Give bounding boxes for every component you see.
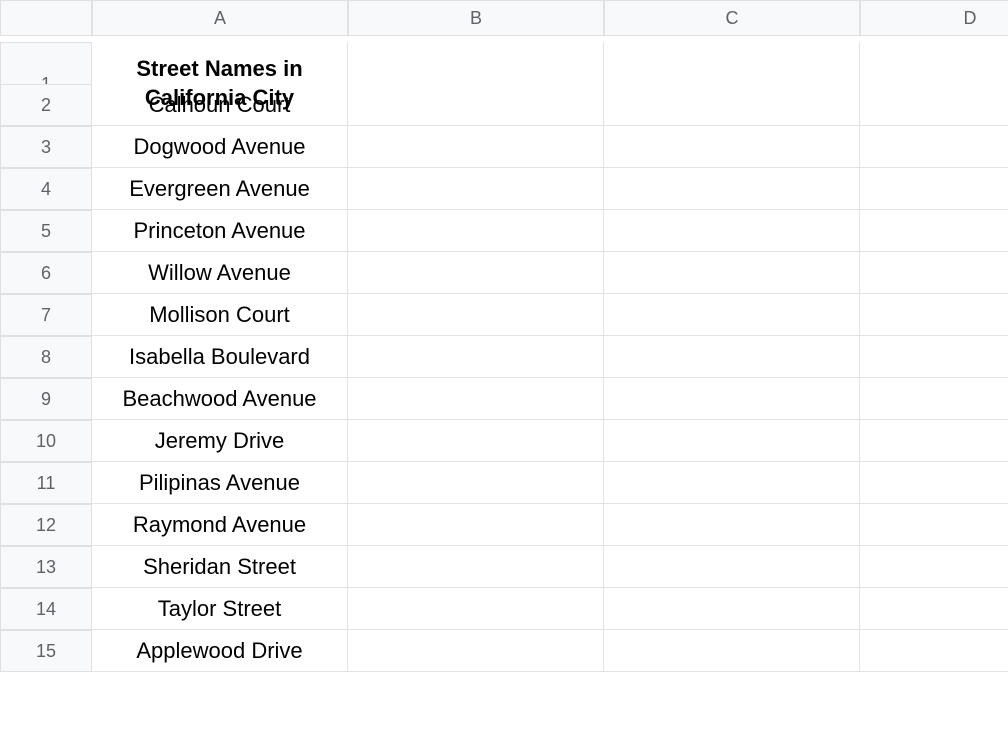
cell-B15[interactable] xyxy=(348,630,604,672)
cell-B10[interactable] xyxy=(348,420,604,462)
cell-B6[interactable] xyxy=(348,252,604,294)
row-header-3[interactable]: 3 xyxy=(0,126,92,168)
col-header-B[interactable]: B xyxy=(348,0,604,36)
cell-B11[interactable] xyxy=(348,462,604,504)
cell-D4[interactable] xyxy=(860,168,1008,210)
cell-A10[interactable]: Jeremy Drive xyxy=(92,420,348,462)
cell-B8[interactable] xyxy=(348,336,604,378)
cell-B4[interactable] xyxy=(348,168,604,210)
row-header-2[interactable]: 2 xyxy=(0,84,92,126)
select-all-corner[interactable] xyxy=(0,0,92,36)
cell-A7[interactable]: Mollison Court xyxy=(92,294,348,336)
col-header-A[interactable]: A xyxy=(92,0,348,36)
row-header-15[interactable]: 15 xyxy=(0,630,92,672)
row-header-6[interactable]: 6 xyxy=(0,252,92,294)
cell-A2[interactable]: Calhoun Court xyxy=(92,84,348,126)
cell-A5[interactable]: Princeton Avenue xyxy=(92,210,348,252)
cell-C4[interactable] xyxy=(604,168,860,210)
cell-A15[interactable]: Applewood Drive xyxy=(92,630,348,672)
row-header-4[interactable]: 4 xyxy=(0,168,92,210)
cell-B3[interactable] xyxy=(348,126,604,168)
cell-D3[interactable] xyxy=(860,126,1008,168)
cell-B14[interactable] xyxy=(348,588,604,630)
cell-A8[interactable]: Isabella Boulevard xyxy=(92,336,348,378)
cell-C15[interactable] xyxy=(604,630,860,672)
cell-B12[interactable] xyxy=(348,504,604,546)
cell-B2[interactable] xyxy=(348,84,604,126)
row-header-8[interactable]: 8 xyxy=(0,336,92,378)
cell-C11[interactable] xyxy=(604,462,860,504)
cell-C5[interactable] xyxy=(604,210,860,252)
cell-C8[interactable] xyxy=(604,336,860,378)
row-header-10[interactable]: 10 xyxy=(0,420,92,462)
row-header-9[interactable]: 9 xyxy=(0,378,92,420)
row-header-13[interactable]: 13 xyxy=(0,546,92,588)
cell-B13[interactable] xyxy=(348,546,604,588)
cell-B7[interactable] xyxy=(348,294,604,336)
cell-A1-line1: Street Names in xyxy=(136,55,302,84)
cell-D7[interactable] xyxy=(860,294,1008,336)
row-header-12[interactable]: 12 xyxy=(0,504,92,546)
cell-C9[interactable] xyxy=(604,378,860,420)
cell-A9[interactable]: Beachwood Avenue xyxy=(92,378,348,420)
cell-D12[interactable] xyxy=(860,504,1008,546)
cell-B5[interactable] xyxy=(348,210,604,252)
row-header-5[interactable]: 5 xyxy=(0,210,92,252)
cell-D2[interactable] xyxy=(860,84,1008,126)
cell-A11[interactable]: Pilipinas Avenue xyxy=(92,462,348,504)
cell-D6[interactable] xyxy=(860,252,1008,294)
cell-D15[interactable] xyxy=(860,630,1008,672)
spreadsheet-grid[interactable]: A B C D 1 Street Names in California Cit… xyxy=(0,0,1008,672)
cell-D10[interactable] xyxy=(860,420,1008,462)
cell-A14[interactable]: Taylor Street xyxy=(92,588,348,630)
cell-C3[interactable] xyxy=(604,126,860,168)
cell-C7[interactable] xyxy=(604,294,860,336)
cell-A3[interactable]: Dogwood Avenue xyxy=(92,126,348,168)
cell-C6[interactable] xyxy=(604,252,860,294)
cell-A4[interactable]: Evergreen Avenue xyxy=(92,168,348,210)
cell-C12[interactable] xyxy=(604,504,860,546)
col-header-D[interactable]: D xyxy=(860,0,1008,36)
cell-A6[interactable]: Willow Avenue xyxy=(92,252,348,294)
cell-C14[interactable] xyxy=(604,588,860,630)
row-header-14[interactable]: 14 xyxy=(0,588,92,630)
cell-A12[interactable]: Raymond Avenue xyxy=(92,504,348,546)
cell-B9[interactable] xyxy=(348,378,604,420)
cell-C13[interactable] xyxy=(604,546,860,588)
cell-D8[interactable] xyxy=(860,336,1008,378)
cell-D11[interactable] xyxy=(860,462,1008,504)
col-header-C[interactable]: C xyxy=(604,0,860,36)
cell-C10[interactable] xyxy=(604,420,860,462)
cell-D13[interactable] xyxy=(860,546,1008,588)
row-header-7[interactable]: 7 xyxy=(0,294,92,336)
cell-D14[interactable] xyxy=(860,588,1008,630)
cell-D5[interactable] xyxy=(860,210,1008,252)
row-header-11[interactable]: 11 xyxy=(0,462,92,504)
cell-D9[interactable] xyxy=(860,378,1008,420)
cell-A13[interactable]: Sheridan Street xyxy=(92,546,348,588)
cell-C2[interactable] xyxy=(604,84,860,126)
